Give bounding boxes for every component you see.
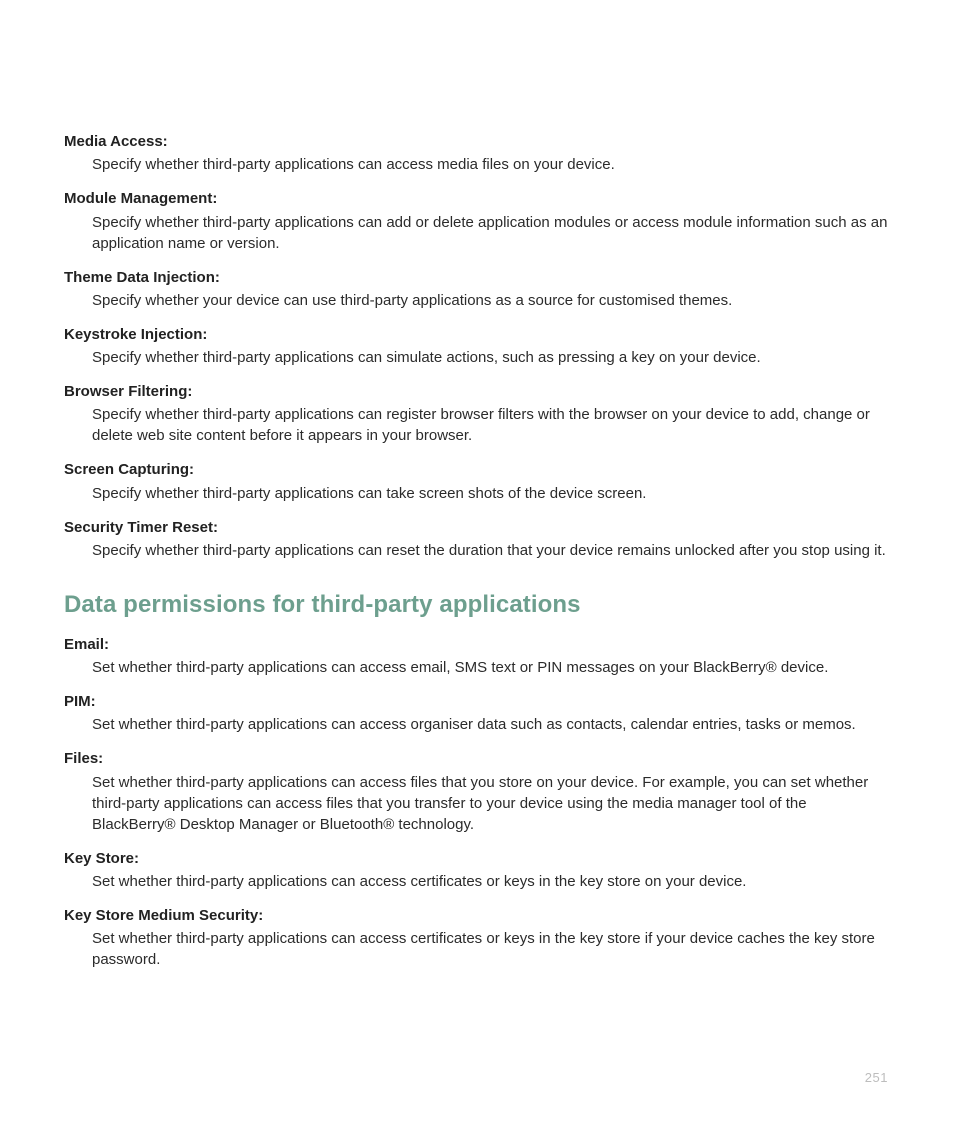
definition-description: Specify whether third-party applications…	[64, 540, 890, 561]
list-item: PIM: Set whether third-party application…	[64, 692, 890, 735]
definition-term: Media Access:	[64, 132, 890, 152]
list-item: Key Store: Set whether third-party appli…	[64, 849, 890, 892]
definition-term: Module Management:	[64, 189, 890, 209]
definition-description: Set whether third-party applications can…	[64, 657, 890, 678]
data-permissions-list: Email: Set whether third-party applicati…	[64, 635, 890, 970]
definition-term: Email:	[64, 635, 890, 655]
list-item: Theme Data Injection: Specify whether yo…	[64, 268, 890, 311]
definition-term: PIM:	[64, 692, 890, 712]
list-item: Module Management: Specify whether third…	[64, 189, 890, 253]
list-item: Media Access: Specify whether third-part…	[64, 132, 890, 175]
list-item: Security Timer Reset: Specify whether th…	[64, 518, 890, 561]
definition-term: Keystroke Injection:	[64, 325, 890, 345]
list-item: Key Store Medium Security: Set whether t…	[64, 906, 890, 970]
definition-description: Specify whether third-party applications…	[64, 154, 890, 175]
definition-description: Specify whether third-party applications…	[64, 404, 890, 446]
definition-description: Specify whether third-party applications…	[64, 483, 890, 504]
definition-description: Set whether third-party applications can…	[64, 871, 890, 892]
definition-term: Key Store Medium Security:	[64, 906, 890, 926]
definition-description: Set whether third-party applications can…	[64, 714, 890, 735]
list-item: Files: Set whether third-party applicati…	[64, 749, 890, 834]
definition-description: Set whether third-party applications can…	[64, 772, 890, 835]
list-item: Screen Capturing: Specify whether third-…	[64, 460, 890, 503]
definition-description: Set whether third-party applications can…	[64, 928, 890, 970]
definition-description: Specify whether third-party applications…	[64, 212, 890, 254]
list-item: Browser Filtering: Specify whether third…	[64, 382, 890, 446]
definition-term: Screen Capturing:	[64, 460, 890, 480]
list-item: Email: Set whether third-party applicati…	[64, 635, 890, 678]
document-page: Media Access: Specify whether third-part…	[0, 0, 954, 1145]
definition-term: Theme Data Injection:	[64, 268, 890, 288]
list-item: Keystroke Injection: Specify whether thi…	[64, 325, 890, 368]
section-heading: Data permissions for third-party applica…	[64, 591, 890, 619]
definition-term: Key Store:	[64, 849, 890, 869]
definition-term: Files:	[64, 749, 890, 769]
definition-term: Security Timer Reset:	[64, 518, 890, 538]
definition-description: Specify whether your device can use thir…	[64, 290, 890, 311]
definition-term: Browser Filtering:	[64, 382, 890, 402]
page-number: 251	[865, 1070, 888, 1085]
interaction-permissions-list: Media Access: Specify whether third-part…	[64, 132, 890, 561]
definition-description: Specify whether third-party applications…	[64, 347, 890, 368]
